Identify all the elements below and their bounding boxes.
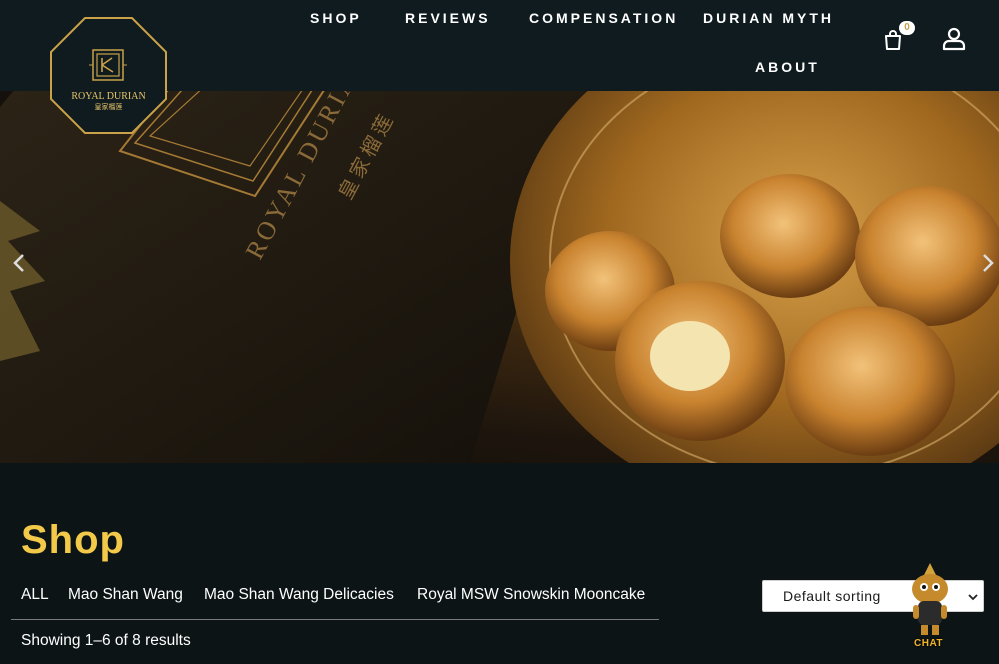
mascot-chat-icon (912, 563, 948, 635)
category-msw-delicacies[interactable]: Mao Shan Wang Delicacies (204, 586, 394, 604)
chat-label: CHAT (914, 638, 944, 649)
slider-prev-button[interactable] (8, 251, 32, 275)
chat-widget-button[interactable]: CHAT (901, 563, 961, 655)
hero-image: ROYAL DURIAN 皇家榴莲 (0, 91, 999, 463)
chevron-left-icon (13, 254, 24, 272)
logo-chinese: 皇家榴莲 (95, 102, 123, 111)
results-count: Showing 1–6 of 8 results (21, 632, 191, 649)
hero-banner: ROYAL DURIAN 皇家榴莲 (0, 91, 999, 463)
nav-shop[interactable]: SHOP (310, 10, 362, 26)
category-filter: ALL Mao Shan Wang Mao Shan Wang Delicaci… (11, 586, 659, 620)
brand-logo[interactable]: ROYAL DURIAN 皇家榴莲 (50, 17, 167, 134)
user-icon[interactable] (941, 26, 967, 52)
sort-selected-value: Default sorting (783, 588, 881, 604)
chevron-right-icon (983, 254, 994, 272)
category-mao-shan-wang[interactable]: Mao Shan Wang (68, 586, 183, 604)
cart-count-badge: 0 (899, 21, 915, 35)
nav-about[interactable]: ABOUT (755, 59, 820, 75)
page-title: Shop (21, 518, 125, 562)
nav-durian-myth[interactable]: DURIAN MYTH (703, 10, 834, 26)
nav-reviews[interactable]: REVIEWS (405, 10, 491, 26)
slider-next-button[interactable] (975, 251, 999, 275)
category-snowskin-mooncake[interactable]: Royal MSW Snowskin Mooncake (417, 586, 645, 604)
chevron-down-icon (968, 594, 978, 601)
logo-wordmark: ROYAL DURIAN (71, 91, 145, 102)
category-all[interactable]: ALL (21, 586, 49, 604)
nav-compensation[interactable]: COMPENSATION (529, 10, 678, 26)
